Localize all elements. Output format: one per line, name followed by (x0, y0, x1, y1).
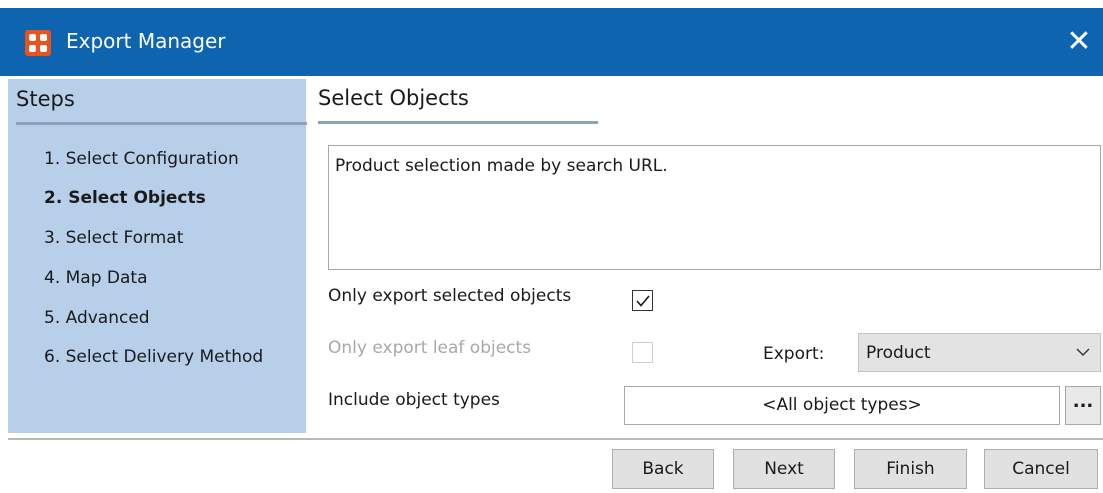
step-map-data[interactable]: 4. Map Data (44, 268, 148, 288)
checkmark-icon (636, 295, 650, 307)
step-select-delivery-method[interactable]: 6. Select Delivery Method (44, 347, 263, 367)
chevron-down-icon (1076, 348, 1090, 356)
only-leaf-checkbox[interactable] (632, 342, 653, 363)
steps-sidebar: Steps 1. Select Configuration 2. Select … (8, 79, 307, 433)
only-leaf-label: Only export leaf objects (328, 338, 532, 358)
step-advanced[interactable]: 5. Advanced (44, 308, 150, 328)
include-types-label: Include object types (328, 390, 500, 410)
close-icon: ✕ (1066, 24, 1092, 59)
step-select-format[interactable]: 3. Select Format (44, 228, 183, 248)
title-bar: Export Manager ✕ (0, 8, 1103, 76)
close-button[interactable]: ✕ (1061, 22, 1097, 62)
cancel-button[interactable]: Cancel (984, 449, 1098, 489)
page-title: Select Objects (318, 86, 469, 110)
window-title: Export Manager (66, 29, 226, 53)
steps-heading: Steps (16, 87, 75, 111)
page-title-divider (318, 121, 598, 124)
finish-button[interactable]: Finish (854, 449, 967, 489)
export-type-select[interactable]: Product (858, 333, 1101, 372)
export-manager-logo-icon (25, 30, 51, 56)
object-types-field[interactable]: <All object types> (624, 386, 1060, 425)
next-button[interactable]: Next (733, 449, 835, 489)
only-selected-checkbox[interactable] (632, 290, 653, 311)
export-label: Export: (763, 344, 825, 364)
back-button[interactable]: Back (612, 449, 714, 489)
only-selected-label: Only export selected objects (328, 286, 572, 306)
footer-divider (8, 438, 1103, 440)
export-type-value: Product (866, 343, 931, 363)
step-select-objects[interactable]: 2. Select Objects (44, 188, 206, 208)
browse-object-types-button[interactable]: ... (1065, 386, 1101, 425)
selection-description-field[interactable]: Product selection made by search URL. (328, 145, 1101, 270)
step-select-configuration[interactable]: 1. Select Configuration (44, 149, 239, 169)
steps-heading-divider (16, 122, 307, 125)
